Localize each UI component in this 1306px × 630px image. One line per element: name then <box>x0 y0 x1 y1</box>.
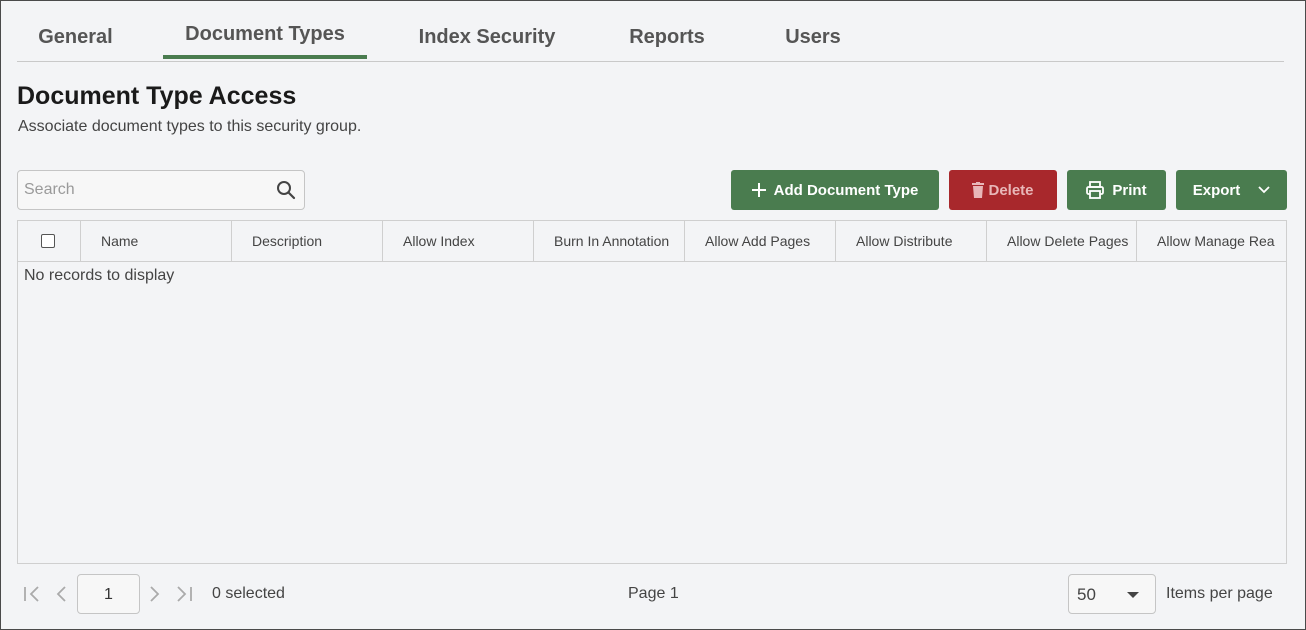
chevron-down-icon <box>1258 186 1270 194</box>
printer-icon <box>1086 181 1105 199</box>
items-per-page-value: 50 <box>1077 585 1096 604</box>
tab-reports[interactable]: Reports <box>617 14 717 61</box>
trash-icon <box>972 182 985 198</box>
column-header-name[interactable]: Name <box>81 221 232 261</box>
items-per-page-select[interactable]: 50 <box>1068 574 1156 614</box>
first-page-icon[interactable] <box>23 585 41 603</box>
header-checkbox-cell <box>18 221 81 261</box>
tab-users[interactable]: Users <box>777 14 849 61</box>
tab-bar: General Document Types Index Security Re… <box>17 14 1284 62</box>
print-button[interactable]: Print <box>1067 170 1166 210</box>
column-header-allow-index[interactable]: Allow Index <box>383 221 534 261</box>
previous-page-icon[interactable] <box>54 585 68 603</box>
column-header-allow-manage[interactable]: Allow Manage Rea <box>1137 221 1286 261</box>
document-types-grid: Name Description Allow Index Burn In Ann… <box>17 220 1287 564</box>
plus-icon <box>751 183 766 197</box>
column-header-allow-distribute[interactable]: Allow Distribute <box>836 221 987 261</box>
search-icon[interactable] <box>276 180 296 200</box>
empty-message: No records to display <box>24 267 175 284</box>
search-box <box>17 170 305 210</box>
column-header-allow-add-pages[interactable]: Allow Add Pages <box>685 221 836 261</box>
page-indicator: Page 1 <box>628 585 679 602</box>
add-document-type-button[interactable]: Add Document Type <box>731 170 939 210</box>
page-title: Document Type Access <box>17 82 297 110</box>
last-page-icon[interactable] <box>175 585 193 603</box>
page-subtitle: Associate document types to this securit… <box>18 118 362 135</box>
delete-label: Delete <box>988 181 1034 199</box>
search-input[interactable] <box>24 179 274 201</box>
tab-document-types[interactable]: Document Types <box>163 11 367 59</box>
delete-button[interactable]: Delete <box>949 170 1057 210</box>
add-document-type-label: Add Document Type <box>773 181 919 199</box>
select-all-checkbox[interactable] <box>41 234 55 248</box>
next-page-icon[interactable] <box>148 585 162 603</box>
caret-down-icon <box>1127 592 1139 598</box>
column-header-allow-delete-pages[interactable]: Allow Delete Pages <box>987 221 1137 261</box>
print-label: Print <box>1112 181 1147 199</box>
column-header-burn-in-annotation[interactable]: Burn In Annotation <box>534 221 685 261</box>
column-header-description[interactable]: Description <box>232 221 383 261</box>
items-per-page-label: Items per page <box>1166 585 1273 602</box>
tab-general[interactable]: General <box>17 14 134 61</box>
export-button[interactable]: Export <box>1176 170 1287 210</box>
tab-index-security[interactable]: Index Security <box>407 14 567 61</box>
grid-header: Name Description Allow Index Burn In Ann… <box>18 221 1286 262</box>
export-label: Export <box>1192 181 1241 199</box>
page-number-input[interactable]: 1 <box>77 574 140 614</box>
selected-count: 0 selected <box>212 585 285 602</box>
